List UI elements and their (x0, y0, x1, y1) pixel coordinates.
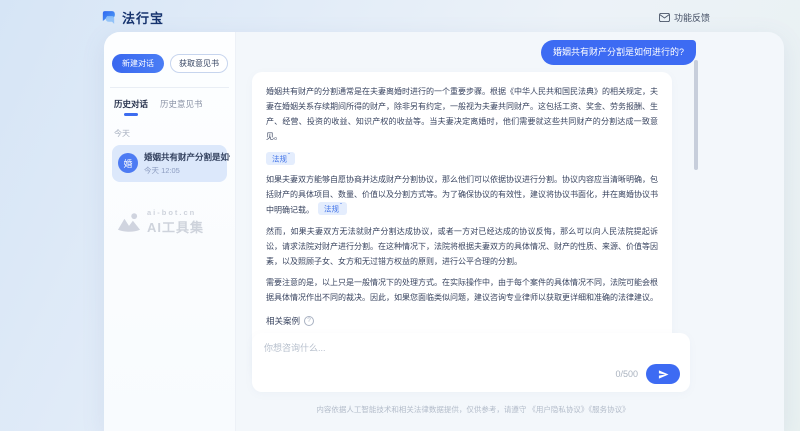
watermark-domain: ai-bot.cn (147, 208, 204, 217)
send-button[interactable] (646, 364, 680, 384)
related-cases-title: 相关案例 (266, 315, 300, 327)
related-cases-header: 相关案例 ? (266, 315, 658, 327)
chat-scrollbar[interactable] (694, 60, 698, 170)
send-icon (658, 369, 669, 380)
brand-logo-icon (100, 9, 117, 26)
top-header: 法行宝 功能反馈 (0, 0, 800, 32)
sidebar: 新建对话 获取意见书 历史对话 历史意见书 今天 婚 婚姻共有财产分割是如何..… (104, 32, 236, 431)
law-citation-tag[interactable]: 法规ˆ (318, 202, 347, 215)
chat-item-title: 婚姻共有财产分割是如何... (144, 151, 230, 163)
watermark-logo-icon (116, 212, 142, 232)
chat-item-meta: 婚姻共有财产分割是如何... 今天 12:05 (144, 151, 230, 176)
user-message-bubble: 婚姻共有财产分割是如何进行的? (541, 40, 696, 65)
law-citation-label: 法规 (272, 154, 287, 163)
new-chat-button[interactable]: 新建对话 (112, 54, 164, 73)
message-input-card: 0/500 (252, 333, 690, 392)
law-citation-label: 法规 (324, 205, 339, 214)
chat-item-time: 今天 12:05 (144, 165, 230, 176)
tab-history-opinions[interactable]: 历史意见书 (160, 98, 203, 116)
disclaimer-text: 内容依据人工智能技术和相关法律数据提供，仅供参考，请遵守 (316, 405, 526, 414)
main-card: 新建对话 获取意见书 历史对话 历史意见书 今天 婚 婚姻共有财产分割是如何..… (104, 32, 784, 431)
disclaimer: 内容依据人工智能技术和相关法律数据提供，仅供参考，请遵守 《用户隐私协议》《服务… (252, 404, 694, 415)
citation-row: 法规ˆ (266, 148, 658, 166)
watermark: ai-bot.cn AI工具集 (112, 208, 227, 236)
citation-caret-icon: ˆ (288, 154, 290, 160)
citation-caret-icon: ˆ (340, 204, 342, 210)
page-background: 法行宝 功能反馈 新建对话 获取意见书 历史对话 历史意见书 今天 (0, 0, 800, 431)
history-group-label: 今天 (112, 128, 227, 139)
feedback-label: 功能反馈 (674, 11, 710, 24)
privacy-policy-link[interactable]: 《用户隐私协议》 (528, 405, 588, 414)
feedback-link[interactable]: 功能反馈 (659, 11, 710, 24)
answer-paragraph: 需要注意的是，以上只是一般情况下的处理方式。在实际操作中，由于每个案件的具体情况… (266, 275, 658, 305)
sidebar-divider (110, 87, 229, 88)
input-footer: 0/500 (615, 364, 680, 384)
answer-paragraph: 然而，如果夫妻双方无法就财产分割达成协议，或者一方对已经达成的协议反悔，那么可以… (266, 224, 658, 269)
history-chat-item[interactable]: 婚 婚姻共有财产分割是如何... 今天 12:05 (112, 145, 227, 182)
answer-paragraph: 如果夫妻双方能够自愿协商并达成财产分割协议，那么他们可以依据协议进行分割。协议内… (266, 172, 658, 218)
brand-logo: 法行宝 (100, 8, 164, 27)
brand-name: 法行宝 (122, 8, 164, 27)
tab-history-chats[interactable]: 历史对话 (114, 98, 148, 116)
chat-avatar: 婚 (118, 153, 138, 173)
terms-link[interactable]: 《服务协议》 (588, 405, 629, 414)
assistant-answer-card: 婚姻共有财产的分割通常是在夫妻离婚时进行的一个重要步骤。根据《中华人民共和国民法… (252, 72, 672, 376)
get-opinion-button[interactable]: 获取意见书 (170, 54, 228, 73)
law-citation-tag[interactable]: 法规ˆ (266, 152, 295, 165)
answer-paragraph: 婚姻共有财产的分割通常是在夫妻离婚时进行的一个重要步骤。根据《中华人民共和国民法… (266, 84, 658, 144)
char-counter: 0/500 (615, 369, 638, 379)
info-icon[interactable]: ? (304, 316, 314, 326)
chat-panel: 婚姻共有财产分割是如何进行的? 婚姻共有财产的分割通常是在夫妻离婚时进行的一个重… (236, 32, 784, 431)
watermark-title: AI工具集 (147, 217, 204, 236)
mail-icon (659, 13, 670, 22)
history-tabs: 历史对话 历史意见书 (112, 98, 227, 116)
